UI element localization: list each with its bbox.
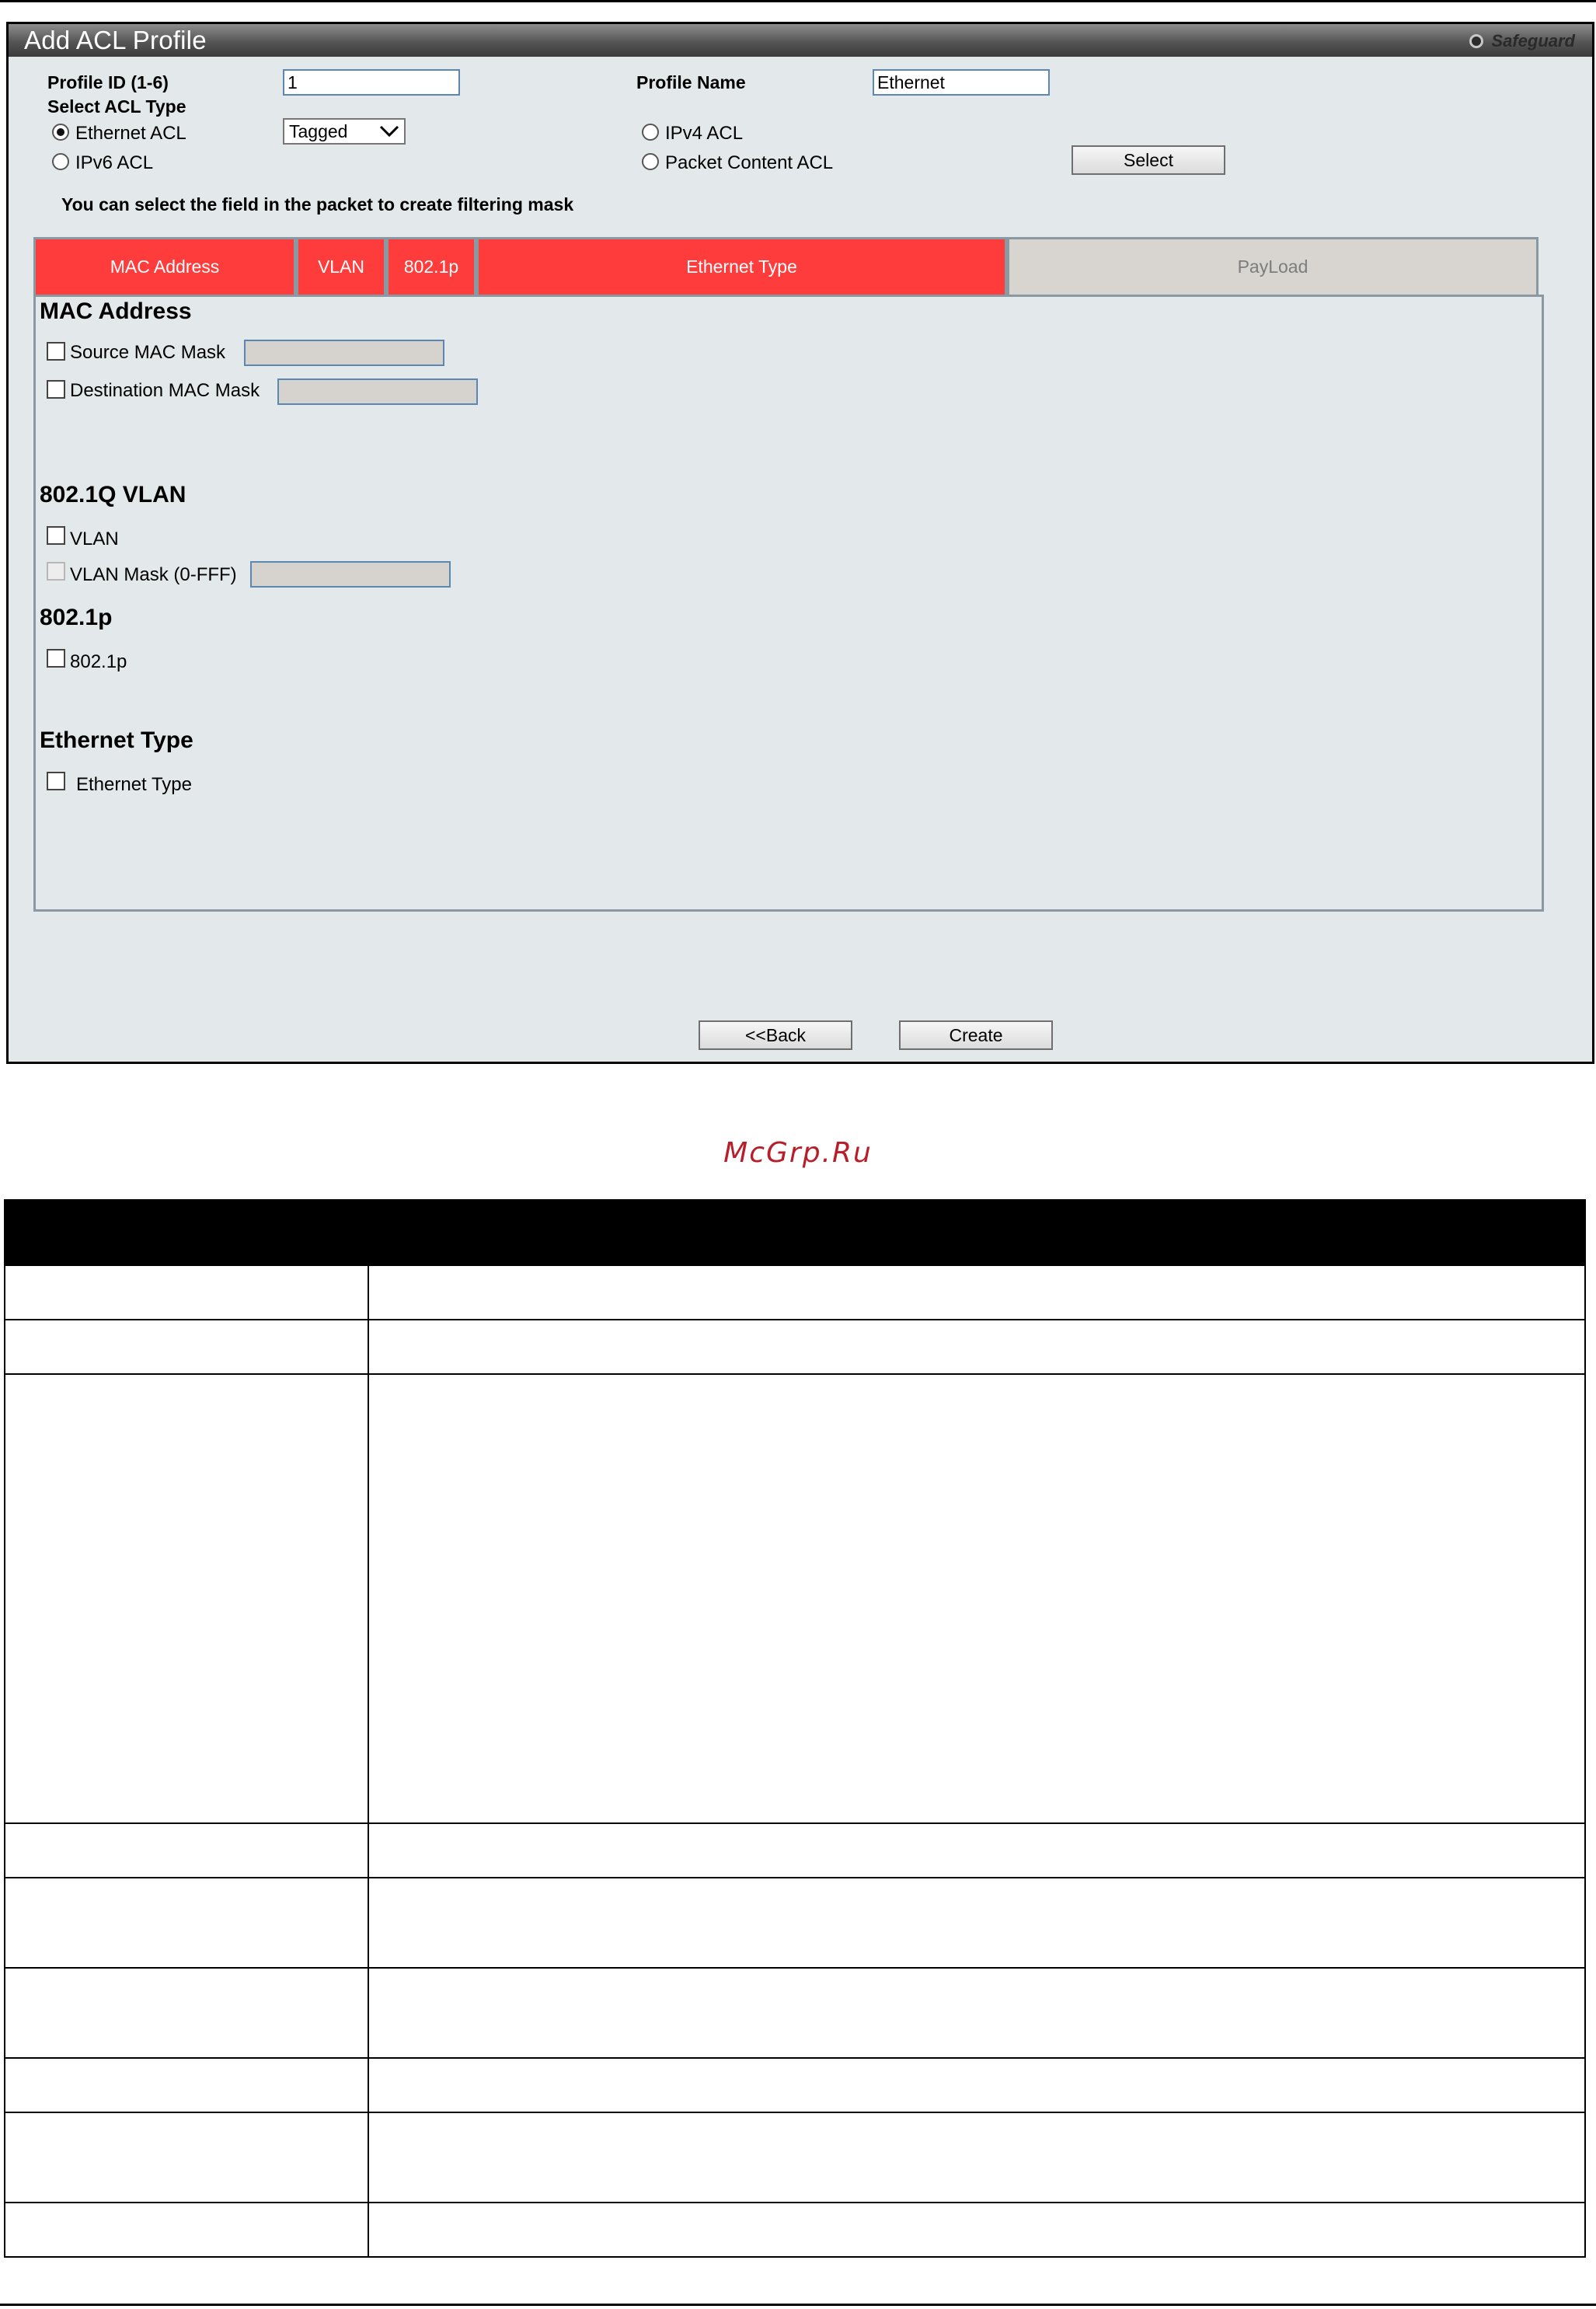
vlan-mask-input <box>250 561 451 588</box>
vlan-checkbox[interactable] <box>47 526 65 545</box>
add-acl-profile-window: Add ACL Profile Safeguard Profile ID (1-… <box>6 22 1594 1064</box>
safeguard-icon <box>1469 34 1484 48</box>
page-top-rule <box>0 0 1596 2</box>
ipv6-acl-label: IPv6 ACL <box>75 152 154 173</box>
page-bottom-rule <box>0 2304 1596 2306</box>
select-acl-type-label: Select ACL Type <box>47 96 186 117</box>
table-row <box>4 2057 1586 2113</box>
profile-id-input[interactable] <box>283 69 460 96</box>
create-button[interactable]: Create <box>899 1020 1053 1050</box>
table-row <box>4 1373 1586 1824</box>
tag-type-value: Tagged <box>289 120 348 141</box>
table-row <box>4 2202 1586 2258</box>
ipv4-acl-label: IPv4 ACL <box>665 123 744 144</box>
dot1p-label: 802.1p <box>70 651 127 672</box>
safeguard-label: Safeguard <box>1491 31 1575 51</box>
vlan-label: VLAN <box>70 528 119 549</box>
destination-mac-mask-input <box>277 378 478 405</box>
ethernet-type-label: Ethernet Type <box>76 774 192 795</box>
table-row <box>4 1319 1586 1375</box>
vlan-heading: 802.1Q VLAN <box>40 482 186 507</box>
tab-8021p[interactable]: 802.1p <box>386 237 476 295</box>
table-row <box>4 1967 1586 2059</box>
destination-mac-mask-checkbox[interactable] <box>47 380 65 399</box>
tag-type-select[interactable]: Tagged <box>283 118 406 145</box>
window-title: Add ACL Profile <box>24 26 207 54</box>
profile-name-label: Profile Name <box>636 72 746 92</box>
source-mac-mask-input <box>244 340 444 366</box>
back-button[interactable]: <<Back <box>699 1020 852 1050</box>
tab-ethernet-type[interactable]: Ethernet Type <box>476 237 1007 295</box>
table-row <box>4 2112 1586 2203</box>
radio-ipv4-acl[interactable] <box>642 124 659 141</box>
mac-address-heading: MAC Address <box>40 298 192 324</box>
watermark: McGrp.Ru <box>723 1137 873 1169</box>
source-mac-mask-checkbox[interactable] <box>47 342 65 361</box>
profile-name-input[interactable] <box>873 69 1050 96</box>
window-titlebar: Add ACL Profile Safeguard <box>9 24 1592 57</box>
ethernet-acl-label: Ethernet ACL <box>75 123 186 144</box>
destination-mac-mask-label: Destination MAC Mask <box>70 380 260 401</box>
packet-field-tabs: MAC Address VLAN 802.1p Ethernet Type Pa… <box>33 237 1539 295</box>
select-button[interactable]: Select <box>1072 145 1225 175</box>
safeguard-indicator[interactable]: Safeguard <box>1469 31 1575 51</box>
parameter-description-table <box>4 1199 1586 2258</box>
source-mac-mask-label: Source MAC Mask <box>70 342 226 363</box>
radio-packet-content-acl[interactable] <box>642 153 659 170</box>
vlan-mask-checkbox <box>47 562 65 581</box>
packet-content-acl-label: Packet Content ACL <box>665 152 834 173</box>
table-row <box>4 1264 1586 1320</box>
tab-vlan[interactable]: VLAN <box>296 237 386 295</box>
filter-mask-hint: You can select the field in the packet t… <box>61 194 574 215</box>
table-row <box>4 1877 1586 1969</box>
tab-payload[interactable]: PayLoad <box>1007 237 1539 295</box>
dot1p-checkbox[interactable] <box>47 649 65 668</box>
dot1p-heading: 802.1p <box>40 605 113 630</box>
vlan-mask-label: VLAN Mask (0-FFF) <box>70 564 237 585</box>
table-header-row <box>4 1199 1586 1266</box>
table-row <box>4 1822 1586 1878</box>
ethernet-type-checkbox[interactable] <box>47 772 65 790</box>
profile-id-label: Profile ID (1-6) <box>47 72 169 92</box>
radio-ethernet-acl[interactable] <box>52 124 69 141</box>
mask-settings-area: MAC Address Source MAC Mask Destination … <box>33 295 1544 912</box>
radio-ipv6-acl[interactable] <box>52 153 69 170</box>
chevron-down-icon <box>379 125 399 138</box>
ethernet-type-heading: Ethernet Type <box>40 727 193 753</box>
tab-mac-address[interactable]: MAC Address <box>33 237 296 295</box>
